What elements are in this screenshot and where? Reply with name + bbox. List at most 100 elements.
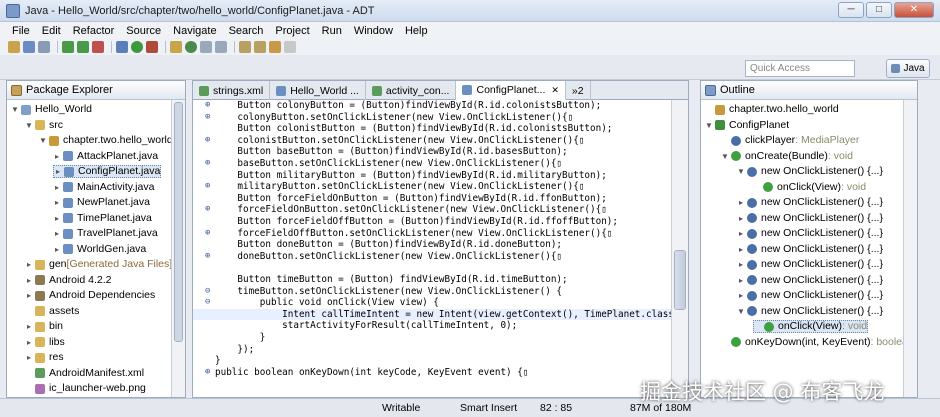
- menu-refactor[interactable]: Refactor: [67, 25, 121, 37]
- outline-item[interactable]: ▸ new OnClickListener() {...}: [737, 258, 883, 271]
- editor-tab[interactable]: strings.xml: [193, 81, 271, 100]
- expand-arrow-icon[interactable]: ▸: [53, 227, 61, 240]
- run-icon[interactable]: [131, 41, 143, 53]
- editor-scrollbar[interactable]: [671, 100, 688, 398]
- fold-toggle-icon[interactable]: ⊕: [205, 228, 213, 239]
- menu-source[interactable]: Source: [120, 25, 167, 37]
- outline-item[interactable]: ▸ new OnClickListener() {...}: [737, 227, 883, 240]
- menu-navigate[interactable]: Navigate: [167, 25, 222, 37]
- editor-tab[interactable]: Hello_World ...: [270, 81, 366, 100]
- expand-arrow-icon[interactable]: ▸: [53, 196, 61, 209]
- outline-item[interactable]: ▸ new OnClickListener() {...}: [737, 274, 883, 287]
- code-line[interactable]: Button baseButton = (Button)findViewById…: [193, 146, 671, 157]
- expand-arrow-icon[interactable]: ▸: [737, 243, 745, 256]
- search-icon[interactable]: [215, 41, 227, 53]
- outline-item[interactable]: ▼ ConfigPlanet: [705, 119, 789, 132]
- code-line[interactable]: ⊕ public boolean onKeyDown(int keyCode, K…: [193, 367, 671, 378]
- menu-file[interactable]: File: [6, 25, 36, 37]
- tree-item[interactable]: ▸ WorldGen.java: [53, 243, 146, 256]
- code-line[interactable]: ⊕ doneButton.setOnClickListener(new View…: [193, 251, 671, 262]
- new-class-icon[interactable]: [185, 41, 197, 53]
- tree-item[interactable]: ▸ AttackPlanet.java: [53, 150, 158, 163]
- tree-item[interactable]: ▸ NewPlanet.java: [53, 196, 150, 209]
- outline-item[interactable]: ▼ new OnClickListener() {...}: [737, 165, 883, 178]
- expand-arrow-icon[interactable]: ▼: [705, 119, 713, 132]
- menu-search[interactable]: Search: [223, 25, 270, 37]
- tree-item[interactable]: ▸ gen [Generated Java Files]: [25, 258, 172, 271]
- expand-arrow-icon[interactable]: ▼: [11, 103, 19, 116]
- tree-item[interactable]: ▸ Android 4.2.2: [25, 274, 111, 287]
- expand-arrow-icon[interactable]: ▼: [737, 305, 745, 318]
- tree-item[interactable]: ▸ Android Dependencies: [25, 289, 155, 302]
- code-line[interactable]: Button militaryButton = (Button)findView…: [193, 170, 671, 181]
- code-line[interactable]: ⊕ Button colonyButton = (Button)findView…: [193, 100, 671, 111]
- expand-arrow-icon[interactable]: ▸: [737, 289, 745, 302]
- minimize-button[interactable]: ─: [838, 2, 864, 18]
- expand-arrow-icon[interactable]: ▸: [25, 320, 33, 333]
- tree-item[interactable]: ic_launcher-web.png: [25, 382, 146, 395]
- debug-icon[interactable]: [116, 41, 128, 53]
- new-icon[interactable]: [8, 41, 20, 53]
- fold-toggle-icon[interactable]: ⊕: [205, 135, 213, 146]
- close-button[interactable]: ✕: [894, 2, 934, 18]
- fold-toggle-icon[interactable]: ⊕: [205, 204, 213, 215]
- expand-arrow-icon[interactable]: ▼: [39, 134, 47, 147]
- code-line[interactable]: ⊕ militaryButton.setOnClickListener(new …: [193, 181, 671, 192]
- outline-item[interactable]: clickPlayer : MediaPlayer: [721, 134, 859, 147]
- expand-arrow-icon[interactable]: ▸: [737, 212, 745, 225]
- external-tools-icon[interactable]: [146, 41, 158, 53]
- code-line[interactable]: Button forceFieldOnButton = (Button)find…: [193, 193, 671, 204]
- fold-toggle-icon[interactable]: ⊖: [205, 297, 213, 308]
- code-line[interactable]: ⊕ colonyButton.setOnClickListener(new Vi…: [193, 112, 671, 123]
- outline-item[interactable]: ▼ onCreate(Bundle) : void: [721, 150, 853, 163]
- expand-arrow-icon[interactable]: ▸: [53, 181, 61, 194]
- save-icon[interactable]: [23, 41, 35, 53]
- tree-item[interactable]: ▸ TimePlanet.java: [53, 212, 152, 225]
- code-line[interactable]: ⊕ colonistButton.setOnClickListener(new …: [193, 135, 671, 146]
- code-line[interactable]: Button doneButton = (Button)findViewById…: [193, 239, 671, 250]
- fold-toggle-icon[interactable]: ⊖: [205, 286, 213, 297]
- outline-item[interactable]: ▸ new OnClickListener() {...}: [737, 196, 883, 209]
- fold-toggle-icon[interactable]: ⊕: [205, 181, 213, 192]
- lint-icon[interactable]: [92, 41, 104, 53]
- expand-arrow-icon[interactable]: ▼: [737, 165, 745, 178]
- expand-arrow-icon[interactable]: ▸: [737, 274, 745, 287]
- code-line[interactable]: ⊕ forceFieldOnButton.setOnClickListener(…: [193, 204, 671, 215]
- fold-toggle-icon[interactable]: ⊕: [205, 367, 213, 378]
- expand-arrow-icon[interactable]: ▸: [25, 274, 33, 287]
- menu-window[interactable]: Window: [348, 25, 399, 37]
- editor-tab[interactable]: »2: [566, 81, 591, 100]
- outline-scrollbar[interactable]: [903, 100, 917, 397]
- tree-item[interactable]: ▸ res: [25, 351, 64, 364]
- code-line[interactable]: }: [193, 332, 671, 343]
- expand-arrow-icon[interactable]: ▸: [25, 258, 33, 271]
- outline-item[interactable]: ▸ new OnClickListener() {...}: [737, 212, 883, 225]
- maximize-button[interactable]: □: [866, 2, 892, 18]
- code-line[interactable]: Button forceFieldOffButton = (Button)fin…: [193, 216, 671, 227]
- code-line[interactable]: ⊕ forceFieldOffButton.setOnClickListener…: [193, 228, 671, 239]
- menu-help[interactable]: Help: [399, 25, 434, 37]
- editor-scroll-thumb[interactable]: [674, 250, 686, 310]
- code-line[interactable]: }: [193, 355, 671, 366]
- tree-item[interactable]: ▼ Hello_World: [11, 103, 92, 116]
- tree-item[interactable]: ▸ bin: [25, 320, 63, 333]
- outline-item[interactable]: onClick(View) : void: [753, 320, 869, 333]
- tree-item[interactable]: AndroidManifest.xml: [25, 367, 144, 380]
- tree-item[interactable]: ▸ TravelPlanet.java: [53, 227, 158, 240]
- editor-tab[interactable]: activity_con...: [366, 81, 457, 100]
- forward-icon[interactable]: [284, 41, 296, 53]
- expand-arrow-icon[interactable]: ▼: [721, 150, 729, 163]
- package-explorer-scrollbar[interactable]: [171, 100, 185, 397]
- editor-tab[interactable]: ConfigPlanet... ✕: [456, 81, 566, 100]
- expand-arrow-icon[interactable]: ▸: [25, 336, 33, 349]
- outline-item[interactable]: onKeyDown(int, KeyEvent) : boolean: [721, 336, 914, 349]
- fold-toggle-icon[interactable]: ⊕: [205, 158, 213, 169]
- print-icon[interactable]: [38, 41, 50, 53]
- code-line[interactable]: Intent callTimeIntent = new Intent(view.…: [193, 308, 671, 320]
- code-line[interactable]: ⊖ timeButton.setOnClickListener(new View…: [193, 286, 671, 297]
- avd-manager-icon[interactable]: [77, 41, 89, 53]
- code-line[interactable]: });: [193, 344, 671, 355]
- quick-access-input[interactable]: Quick Access: [745, 60, 855, 77]
- expand-arrow-icon[interactable]: ▼: [25, 119, 33, 132]
- back-icon[interactable]: [269, 41, 281, 53]
